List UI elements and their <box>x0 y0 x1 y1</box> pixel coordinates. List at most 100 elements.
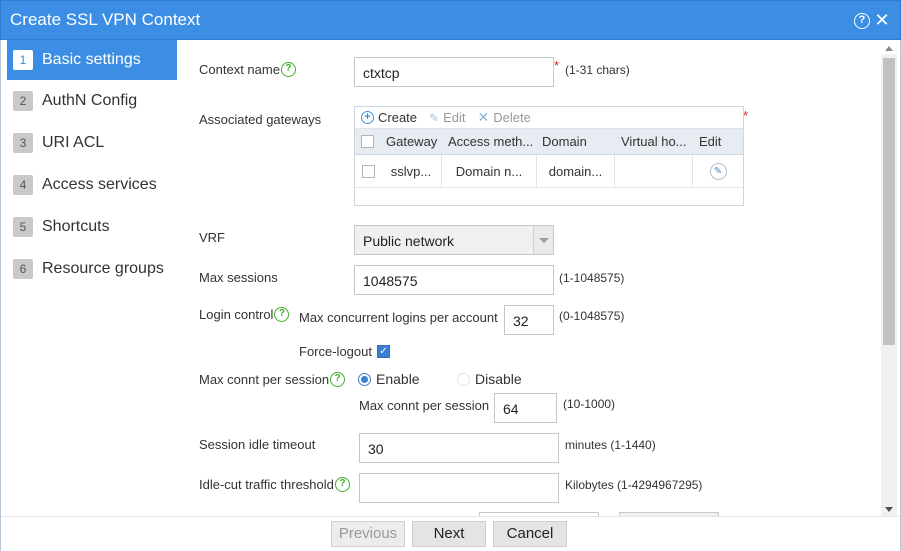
row-checkbox[interactable] <box>361 164 375 178</box>
column-header[interactable]: Access meth... <box>442 129 536 154</box>
step-number: 1 <box>13 50 33 70</box>
force-logout-label: Force-logout ✓ <box>299 344 390 359</box>
help-icon[interactable]: ? <box>854 13 870 29</box>
edit-button[interactable]: ✎ Edit <box>429 110 465 125</box>
delete-label: Delete <box>493 110 531 125</box>
disable-radio-option[interactable]: Disable <box>457 371 522 387</box>
row-edit-icon[interactable]: ✎ <box>709 162 727 180</box>
chevron-down-icon <box>533 226 553 254</box>
step-shortcuts[interactable]: 5 Shortcuts <box>7 206 177 248</box>
max-logins-hint: (0-1048575) <box>559 309 625 323</box>
context-name-input[interactable]: ctxtcp <box>354 57 554 87</box>
step-label: Access services <box>42 176 157 193</box>
scroll-down-arrow-icon[interactable] <box>885 507 893 512</box>
idle-cut-label: Idle-cut traffic threshold ? <box>199 477 350 492</box>
step-uri-acl[interactable]: 3 URI ACL <box>7 122 177 164</box>
create-label: Create <box>378 110 418 125</box>
previous-button[interactable]: Previous <box>331 521 405 547</box>
form-content: Context name ? ctxtcp * (1-31 chars) Ass… <box>177 40 881 516</box>
window-title: Create SSL VPN Context <box>10 10 201 29</box>
edit-label: Edit <box>443 110 466 125</box>
footer-bar: Previous Next Cancel <box>1 516 900 551</box>
title-bar: Create SSL VPN Context ? ✕ <box>0 0 901 40</box>
column-header[interactable]: Gateway <box>380 129 442 154</box>
plus-icon: + <box>361 111 374 124</box>
step-label: Resource groups <box>42 260 164 277</box>
context-name-hint: (1-31 chars) <box>565 63 630 77</box>
max-sessions-hint: (1-1048575) <box>559 271 625 285</box>
login-control-text: Login control <box>199 307 274 322</box>
gateway-cell: sslvp... <box>381 155 442 187</box>
vertical-scrollbar[interactable] <box>881 46 897 516</box>
help-question-icon[interactable]: ? <box>274 307 290 322</box>
required-marker: * <box>554 58 560 73</box>
max-connt-hint: (10-1000) <box>563 397 616 411</box>
enable-label: Enable <box>376 371 420 387</box>
grid-header: Gateway Access meth... Domain Virtual ho… <box>355 129 743 155</box>
idle-timeout-label: Session idle timeout <box>199 437 316 452</box>
grid-toolbar: + Create ✎ Edit ✕ Delete <box>355 107 743 129</box>
max-logins-input[interactable]: 32 <box>504 305 554 335</box>
wizard-steps: 1 Basic settings 2 AuthN Config 3 URI AC… <box>7 40 177 290</box>
max-sessions-label: Max sessions <box>199 270 278 285</box>
idle-timeout-hint: minutes (1-1440) <box>565 438 656 452</box>
scrollbar-thumb[interactable] <box>883 58 895 345</box>
max-connt-text: Max connt per session <box>199 372 330 387</box>
help-question-icon[interactable]: ? <box>334 477 350 492</box>
gateways-grid: + Create ✎ Edit ✕ Delete Gateway Access … <box>354 106 744 206</box>
force-logout-text: Force-logout <box>299 344 372 359</box>
help-question-icon[interactable]: ? <box>280 62 296 77</box>
vrf-label: VRF <box>199 230 225 245</box>
create-button[interactable]: + Create <box>361 110 417 125</box>
scroll-up-arrow-icon[interactable] <box>885 46 893 51</box>
step-authn-config[interactable]: 2 AuthN Config <box>7 80 177 122</box>
delete-x-icon: ✕ <box>477 109 490 125</box>
idle-cut-input[interactable] <box>359 473 559 503</box>
step-number: 3 <box>13 133 33 153</box>
table-row[interactable]: sslvp... Domain n... domain... ✎ <box>355 155 743 188</box>
context-name-label: Context name ? <box>199 62 296 77</box>
select-all-checkbox[interactable] <box>361 135 374 148</box>
vrf-select[interactable]: Public network <box>354 225 554 255</box>
force-logout-checkbox[interactable]: ✓ <box>376 345 390 358</box>
help-question-icon[interactable]: ? <box>330 372 346 387</box>
column-header: Edit <box>699 134 722 149</box>
step-number: 2 <box>13 91 33 111</box>
step-resource-groups[interactable]: 6 Resource groups <box>7 248 177 290</box>
max-connt-sub-label: Max connt per session <box>359 398 490 413</box>
enable-radio-option[interactable]: Enable <box>358 371 420 387</box>
virtual-host-cell <box>615 155 693 187</box>
max-logins-label: Max concurrent logins per account <box>299 310 498 325</box>
step-number: 4 <box>13 175 33 195</box>
idle-cut-text: Idle-cut traffic threshold <box>199 477 334 492</box>
max-sessions-input[interactable]: 1048575 <box>354 265 554 295</box>
step-access-services[interactable]: 4 Access services <box>7 164 177 206</box>
pencil-icon: ✎ <box>429 110 440 125</box>
disable-radio[interactable] <box>457 372 470 386</box>
enable-radio[interactable] <box>358 372 371 386</box>
gateways-label: Associated gateways <box>199 112 322 127</box>
close-icon[interactable]: ✕ <box>874 11 890 29</box>
max-connt-input[interactable]: 64 <box>494 393 557 423</box>
vrf-value: Public network <box>363 233 455 249</box>
idle-cut-hint: Kilobytes (1-4294967295) <box>565 478 703 492</box>
next-button[interactable]: Next <box>412 521 486 547</box>
step-basic-settings[interactable]: 1 Basic settings <box>7 40 177 80</box>
login-control-label: Login control ? <box>199 307 290 322</box>
step-number: 6 <box>13 259 33 279</box>
step-label: Shortcuts <box>42 218 110 235</box>
step-label: URI ACL <box>42 134 105 151</box>
context-name-text: Context name <box>199 62 280 77</box>
column-header[interactable]: Virtual ho... <box>615 129 693 154</box>
idle-timeout-input[interactable]: 30 <box>359 433 559 463</box>
delete-button[interactable]: ✕ Delete <box>478 109 531 126</box>
max-connt-label: Max connt per session ? <box>199 372 346 387</box>
cancel-button[interactable]: Cancel <box>493 521 567 547</box>
column-header[interactable]: Domain <box>536 129 615 154</box>
access-method-cell: Domain n... <box>442 155 537 187</box>
dialog-body: 1 Basic settings 2 AuthN Config 3 URI AC… <box>0 40 901 551</box>
step-label: Basic settings <box>42 51 141 68</box>
domain-cell: domain... <box>537 155 615 187</box>
step-label: AuthN Config <box>42 92 138 109</box>
step-number: 5 <box>13 217 33 237</box>
